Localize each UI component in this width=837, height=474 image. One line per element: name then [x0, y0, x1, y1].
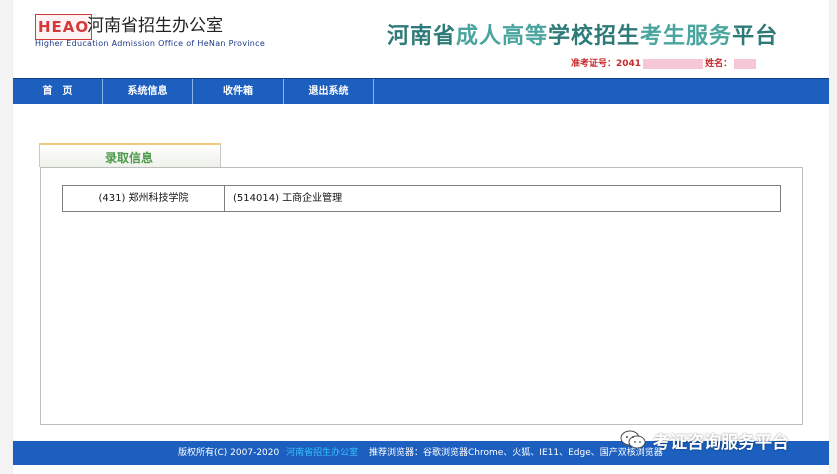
title-part-school: 学校招生: [548, 24, 641, 49]
admitted-major: (514014) 工商企业管理: [233, 193, 343, 204]
footer-text-row: 版权所有(C) 2007-2020 河南省招生办公室 推荐浏览器：谷歌浏览器Ch…: [178, 441, 663, 465]
privacy-mask-name: [734, 58, 757, 69]
nav-home[interactable]: 首 页: [13, 79, 103, 104]
admission-panel: (431) 郑州科技学院 (514014) 工商企业管理: [40, 167, 803, 425]
copyright-text: 版权所有(C) 2007-2020: [178, 448, 280, 458]
admission-tab-label: 录取信息: [105, 151, 154, 165]
title-part-province: 河南省: [387, 24, 457, 49]
office-logo[interactable]: HEAO 河南省招生办公室 Higher Education Admission…: [35, 14, 265, 54]
admitted-school: (431) 郑州科技学院: [63, 186, 225, 211]
page: HEAO 河南省招生办公室 Higher Education Admission…: [13, 0, 829, 474]
office-link[interactable]: 河南省招生办公室: [286, 448, 358, 458]
candidate-number: 2041: [616, 59, 642, 69]
admission-tab[interactable]: 录取信息: [39, 143, 221, 167]
logo-chinese-name: 河南省招生办公室: [87, 16, 223, 36]
nav-system-info[interactable]: 系统信息: [103, 79, 193, 104]
logo-brand: HEAO: [35, 14, 93, 40]
nav-inbox[interactable]: 收件箱: [193, 79, 284, 104]
nav-logout[interactable]: 退出系统: [284, 79, 374, 104]
title-part-adult: 成人高等: [456, 24, 549, 49]
title-part-service: 考生服务: [640, 24, 733, 49]
wechat-watermark: 考证咨询服务平台: [619, 426, 789, 454]
admission-result-table: (431) 郑州科技学院 (514014) 工商企业管理: [62, 185, 781, 212]
candidate-number-label: 准考证号：: [571, 59, 617, 69]
logo-english-name: Higher Education Admission Office of HeN…: [35, 39, 266, 48]
wechat-icon: [620, 430, 646, 449]
platform-title: 河南省成人高等学校招生考生服务平台: [387, 18, 778, 50]
privacy-mask: [643, 58, 704, 69]
title-part-platform: 平台: [732, 24, 779, 49]
main-navigation: 首 页 系统信息 收件箱 退出系统: [13, 78, 829, 104]
header: HEAO 河南省招生办公室 Higher Education Admission…: [13, 0, 829, 78]
heao-logo-mark: HEAO: [35, 14, 93, 40]
watermark-text: 考证咨询服务平台: [653, 432, 789, 453]
screenshot-frame: HEAO 河南省招生办公室 Higher Education Admission…: [0, 0, 837, 474]
candidate-info: 准考证号：2041 姓名：: [571, 56, 758, 69]
candidate-name-label: 姓名：: [705, 59, 733, 69]
